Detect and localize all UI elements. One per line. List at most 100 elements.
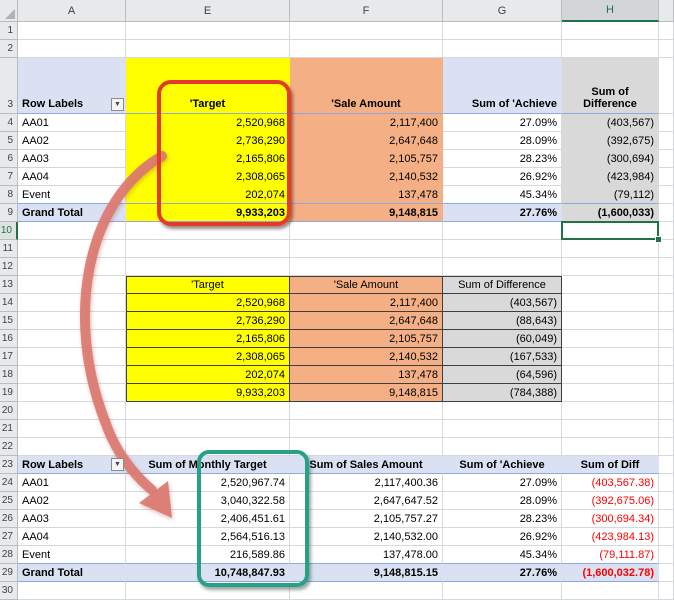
row-header-17[interactable]: 17: [0, 348, 18, 366]
row-header-13[interactable]: 13: [0, 276, 18, 294]
column-header-E[interactable]: E: [126, 0, 290, 22]
cell-E1[interactable]: [126, 22, 290, 40]
row-header-28[interactable]: 28: [0, 546, 18, 564]
cell-A16[interactable]: [18, 330, 126, 348]
cell-H30[interactable]: [562, 582, 659, 600]
cell-G16[interactable]: (60,049): [443, 330, 562, 348]
cell-G24[interactable]: 27.09%: [443, 474, 562, 492]
cell-E29[interactable]: 10,748,847.93: [126, 564, 290, 582]
cell-E24[interactable]: 2,520,967.74: [126, 474, 290, 492]
cell-F28[interactable]: 137,478.00: [290, 546, 443, 564]
row-header-7[interactable]: 7: [0, 168, 18, 186]
cell-F2[interactable]: [290, 40, 443, 58]
cell-G15[interactable]: (88,643): [443, 312, 562, 330]
cell-A4[interactable]: AA01: [18, 114, 126, 132]
cell-A18[interactable]: [18, 366, 126, 384]
cell-E2[interactable]: [126, 40, 290, 58]
cell-A27[interactable]: AA04: [18, 528, 126, 546]
cell-A7[interactable]: AA04: [18, 168, 126, 186]
cell-I1[interactable]: [659, 22, 674, 40]
cell-F16[interactable]: 2,105,757: [290, 330, 443, 348]
row-header-26[interactable]: 26: [0, 510, 18, 528]
cell-F10[interactable]: [290, 222, 443, 240]
row-labels-filter-button-top[interactable]: ▼: [111, 98, 124, 111]
cell-F21[interactable]: [290, 420, 443, 438]
cell-I17[interactable]: [659, 348, 674, 366]
row-header-23[interactable]: 23: [0, 456, 18, 474]
cell-F29[interactable]: 9,148,815.15: [290, 564, 443, 582]
cell-A1[interactable]: [18, 22, 126, 40]
cell-E6[interactable]: 2,165,806: [126, 150, 290, 168]
cell-F3[interactable]: 'Sale Amount: [290, 58, 443, 114]
cell-G5[interactable]: 28.09%: [443, 132, 562, 150]
cell-I19[interactable]: [659, 384, 674, 402]
cell-H18[interactable]: [562, 366, 659, 384]
cell-G19[interactable]: (784,388): [443, 384, 562, 402]
row-header-19[interactable]: 19: [0, 384, 18, 402]
cell-F23[interactable]: Sum of Sales Amount: [290, 456, 443, 474]
cell-E16[interactable]: 2,165,806: [126, 330, 290, 348]
cell-F4[interactable]: 2,117,400: [290, 114, 443, 132]
cell-F30[interactable]: [290, 582, 443, 600]
cell-E19[interactable]: 9,933,203: [126, 384, 290, 402]
cell-H11[interactable]: [562, 240, 659, 258]
row-header-15[interactable]: 15: [0, 312, 18, 330]
column-header-G[interactable]: G: [443, 0, 562, 22]
cell-F13[interactable]: 'Sale Amount: [290, 276, 443, 294]
cell-F11[interactable]: [290, 240, 443, 258]
row-header-14[interactable]: 14: [0, 294, 18, 312]
cell-H29[interactable]: (1,600,032.78): [562, 564, 659, 582]
cell-E9[interactable]: 9,933,203: [126, 204, 290, 222]
cell-G27[interactable]: 26.92%: [443, 528, 562, 546]
cell-A25[interactable]: AA02: [18, 492, 126, 510]
row-header-1[interactable]: 1: [0, 22, 18, 40]
cell-G3[interactable]: Sum of 'Achieve: [443, 58, 562, 114]
cell-F25[interactable]: 2,647,647.52: [290, 492, 443, 510]
cell-F20[interactable]: [290, 402, 443, 420]
cell-E15[interactable]: 2,736,290: [126, 312, 290, 330]
cell-I21[interactable]: [659, 420, 674, 438]
column-header-I[interactable]: [659, 0, 674, 22]
fill-handle[interactable]: [655, 236, 662, 243]
cell-I20[interactable]: [659, 402, 674, 420]
row-header-12[interactable]: 12: [0, 258, 18, 276]
cell-I5[interactable]: [659, 132, 674, 150]
cell-G22[interactable]: [443, 438, 562, 456]
cell-E18[interactable]: 202,074: [126, 366, 290, 384]
cell-H27[interactable]: (423,984.13): [562, 528, 659, 546]
cell-A14[interactable]: [18, 294, 126, 312]
cell-H17[interactable]: [562, 348, 659, 366]
cell-A12[interactable]: [18, 258, 126, 276]
row-header-4[interactable]: 4: [0, 114, 18, 132]
row-header-27[interactable]: 27: [0, 528, 18, 546]
cell-A17[interactable]: [18, 348, 126, 366]
cell-F17[interactable]: 2,140,532: [290, 348, 443, 366]
row-header-29[interactable]: 29: [0, 564, 18, 582]
cell-I7[interactable]: [659, 168, 674, 186]
cell-I14[interactable]: [659, 294, 674, 312]
cell-H12[interactable]: [562, 258, 659, 276]
cell-F7[interactable]: 2,140,532: [290, 168, 443, 186]
cell-I16[interactable]: [659, 330, 674, 348]
cell-G12[interactable]: [443, 258, 562, 276]
cell-E30[interactable]: [126, 582, 290, 600]
cell-H21[interactable]: [562, 420, 659, 438]
cell-G25[interactable]: 28.09%: [443, 492, 562, 510]
cell-A8[interactable]: Event: [18, 186, 126, 204]
cell-I4[interactable]: [659, 114, 674, 132]
row-header-20[interactable]: 20: [0, 402, 18, 420]
row-header-8[interactable]: 8: [0, 186, 18, 204]
cell-I24[interactable]: [659, 474, 674, 492]
cell-G26[interactable]: 28.23%: [443, 510, 562, 528]
cell-G6[interactable]: 28.23%: [443, 150, 562, 168]
cell-I18[interactable]: [659, 366, 674, 384]
row-labels-filter-button-bottom[interactable]: ▼: [111, 458, 124, 471]
row-header-24[interactable]: 24: [0, 474, 18, 492]
row-header-3[interactable]: 3: [0, 58, 18, 114]
cell-F9[interactable]: 9,148,815: [290, 204, 443, 222]
cell-E10[interactable]: [126, 222, 290, 240]
cell-G9[interactable]: 27.76%: [443, 204, 562, 222]
cell-H3[interactable]: Sum of Difference: [562, 58, 659, 114]
cell-H6[interactable]: (300,694): [562, 150, 659, 168]
cell-F14[interactable]: 2,117,400: [290, 294, 443, 312]
